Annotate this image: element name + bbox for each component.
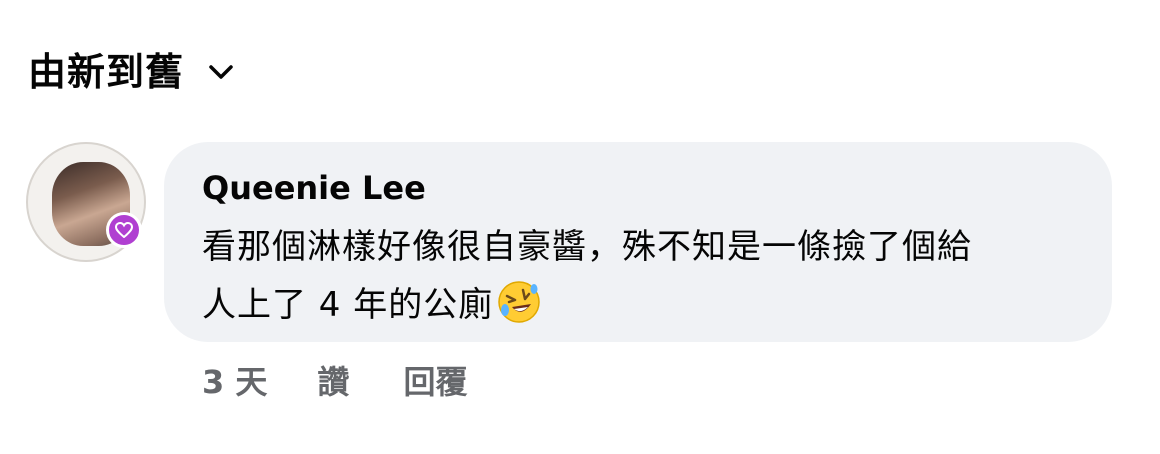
comment-text-line-1: 看那個淋樣好像很自豪醬，殊不知是一條撿了個給 xyxy=(202,227,972,267)
comment-timestamp[interactable]: 3 天 xyxy=(202,360,267,404)
like-button[interactable]: 讚 xyxy=(317,360,349,404)
reply-button[interactable]: 回覆 xyxy=(403,360,467,404)
rolling-on-floor-laughing-emoji xyxy=(498,281,540,323)
heart-badge-icon xyxy=(106,212,142,248)
comment-text-line-2: 人上了 4 年的公廁 xyxy=(202,276,1074,334)
avatar[interactable] xyxy=(26,142,146,262)
comments-section: 由新到舊 Queenie Lee 看那個淋樣好像很自豪醬，殊不知是一條撿了個給 … xyxy=(0,0,1160,454)
comment-bubble: Queenie Lee 看那個淋樣好像很自豪醬，殊不知是一條撿了個給 人上了 4… xyxy=(164,142,1112,342)
chevron-down-icon xyxy=(206,57,236,87)
comment-author[interactable]: Queenie Lee xyxy=(202,166,426,210)
comment-actions: 3 天 讚 回覆 xyxy=(202,360,467,404)
comment-text-line-2-text: 人上了 4 年的公廁 xyxy=(202,285,494,325)
sort-label: 由新到舊 xyxy=(28,50,185,94)
sort-dropdown[interactable]: 由新到舊 xyxy=(28,46,236,98)
comment-text: 看那個淋樣好像很自豪醬，殊不知是一條撿了個給 人上了 4 年的公廁 xyxy=(202,218,1074,334)
